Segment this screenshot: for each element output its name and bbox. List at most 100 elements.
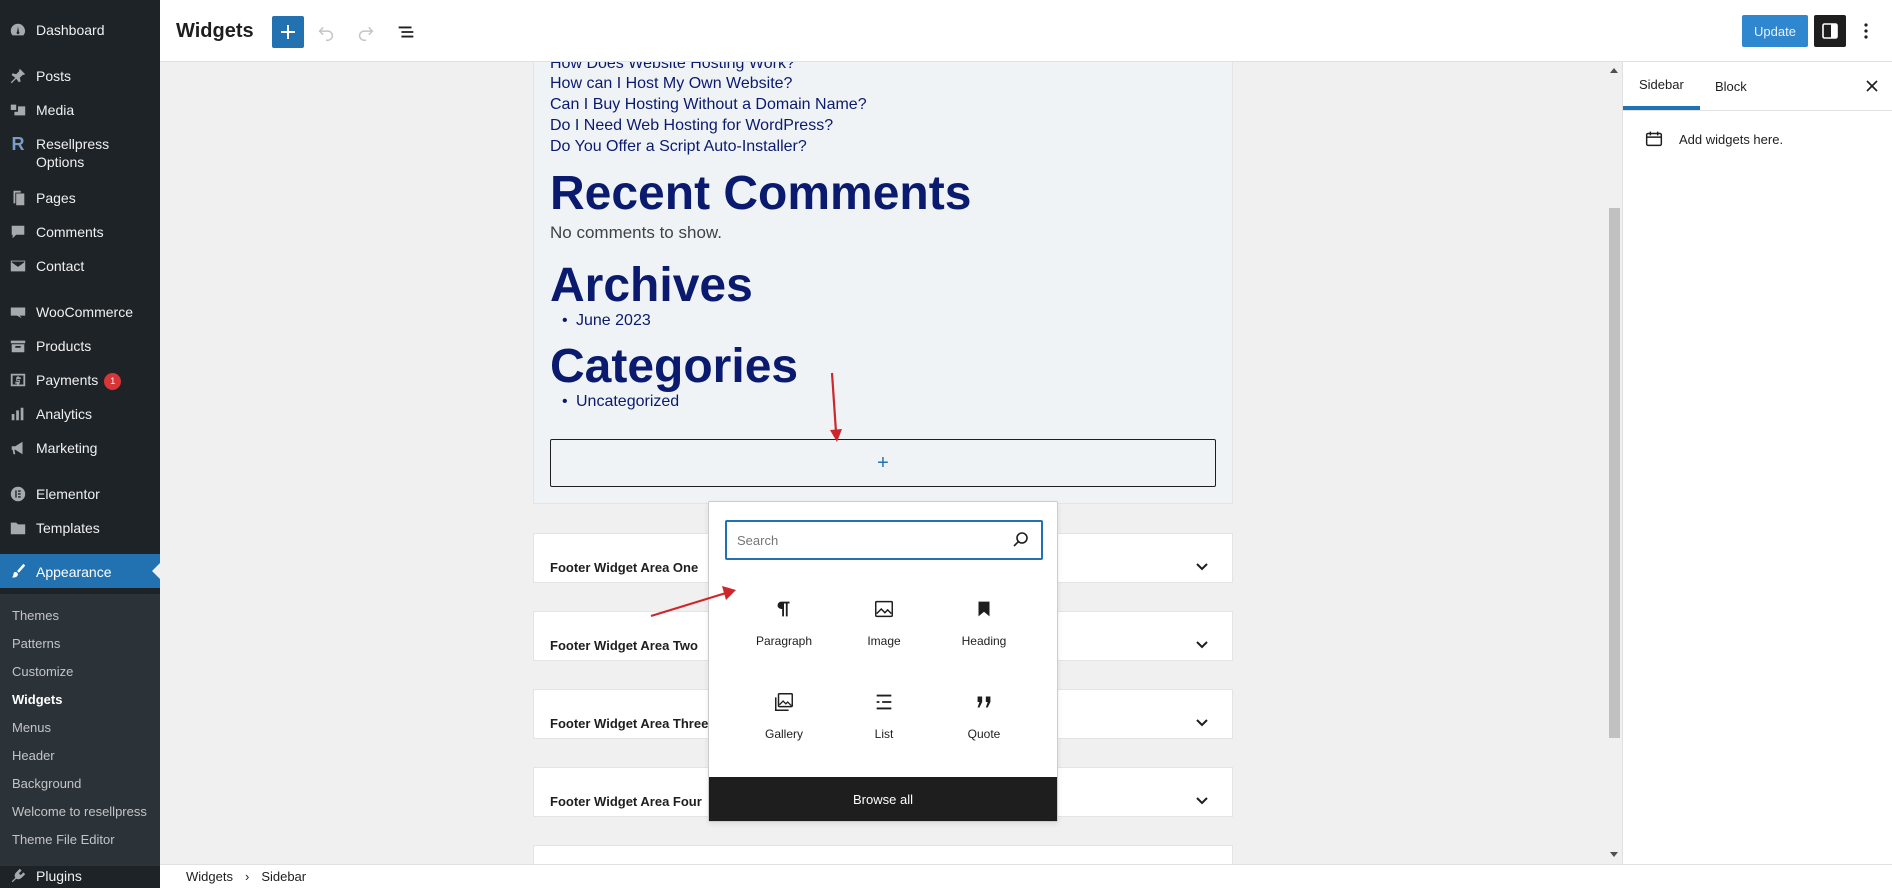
plugin-icon bbox=[0, 866, 36, 886]
block-search-input[interactable] bbox=[737, 530, 997, 550]
comments-icon bbox=[0, 222, 36, 242]
image-icon bbox=[875, 600, 893, 618]
page-title: Widgets bbox=[176, 20, 254, 42]
scroll-up-arrow[interactable] bbox=[1610, 68, 1618, 73]
footer-area-label: Footer Widget Area One bbox=[550, 560, 699, 575]
block-image[interactable]: Image bbox=[836, 586, 932, 666]
block-label: Quote bbox=[967, 727, 1001, 741]
woocommerce-icon bbox=[0, 302, 36, 322]
category-list-item[interactable]: Uncategorized bbox=[562, 393, 679, 411]
menu-item-plugins[interactable]: Plugins bbox=[0, 866, 160, 886]
redo-button[interactable] bbox=[350, 16, 382, 48]
menu-label: Dashboard bbox=[36, 22, 105, 38]
tab-sidebar[interactable]: Sidebar bbox=[1623, 62, 1700, 110]
appearance-submenu: Themes Patterns Customize Widgets Menus … bbox=[0, 594, 160, 866]
menu-item-posts[interactable]: Posts bbox=[0, 66, 160, 86]
menu-label: Appearance bbox=[36, 563, 112, 580]
submenu-patterns[interactable]: Patterns bbox=[12, 636, 60, 651]
menu-item-woocommerce[interactable]: WooCommerce bbox=[0, 302, 160, 322]
scroll-down-arrow[interactable] bbox=[1610, 852, 1618, 857]
menu-label: Media bbox=[36, 102, 75, 118]
breadcrumb-item-widgets[interactable]: Widgets bbox=[186, 869, 233, 884]
menu-item-contact[interactable]: Contact bbox=[0, 256, 160, 276]
submenu-widgets[interactable]: Widgets bbox=[12, 692, 62, 707]
submenu-header[interactable]: Header bbox=[12, 748, 55, 763]
sidebar-description-text: Add widgets here. bbox=[1679, 131, 1784, 147]
block-label: Image bbox=[867, 634, 901, 648]
archive-icon bbox=[0, 336, 36, 356]
bar-chart-icon bbox=[0, 404, 36, 424]
submenu-theme-file-editor[interactable]: Theme File Editor bbox=[12, 832, 115, 847]
menu-item-comments[interactable]: Comments bbox=[0, 222, 160, 242]
canvas-scrollbar[interactable] bbox=[1606, 62, 1622, 864]
menu-label: Resellpress Options bbox=[36, 136, 110, 170]
footer-widget-area-partial[interactable] bbox=[533, 845, 1233, 864]
plus-icon bbox=[281, 25, 295, 39]
block-appender-button[interactable]: + bbox=[550, 439, 1216, 487]
menu-item-marketing[interactable]: Marketing bbox=[0, 438, 160, 458]
faq-link[interactable]: How Does Website Hosting Work? bbox=[550, 62, 795, 73]
menu-item-analytics[interactable]: Analytics bbox=[0, 404, 160, 424]
menu-label: Marketing bbox=[36, 440, 98, 456]
submenu-background[interactable]: Background bbox=[12, 776, 81, 791]
menu-item-media[interactable]: Media bbox=[0, 100, 160, 120]
menu-item-dashboard[interactable]: Dashboard bbox=[0, 20, 160, 40]
sidebar-panel-icon bbox=[1822, 23, 1838, 39]
tab-block[interactable]: Block bbox=[1699, 62, 1763, 110]
menu-item-resellpress-options[interactable]: R Resellpress Options bbox=[0, 134, 160, 171]
menu-item-appearance[interactable]: Appearance bbox=[0, 554, 160, 588]
menu-item-elementor[interactable]: Elementor bbox=[0, 484, 160, 504]
recent-comments-heading: Recent Comments bbox=[550, 167, 972, 220]
block-label: List bbox=[874, 727, 894, 741]
block-heading[interactable]: Heading bbox=[936, 586, 1032, 666]
submenu-themes[interactable]: Themes bbox=[12, 608, 59, 623]
widget-area-icon bbox=[1645, 131, 1663, 147]
categories-heading: Categories bbox=[550, 340, 799, 393]
submenu-menus[interactable]: Menus bbox=[12, 720, 51, 735]
settings-toggle-button[interactable] bbox=[1814, 15, 1846, 47]
faq-link[interactable]: Can I Buy Hosting Without a Domain Name? bbox=[550, 96, 867, 114]
list-view-button[interactable] bbox=[390, 16, 422, 48]
undo-button[interactable] bbox=[310, 16, 342, 48]
menu-item-products[interactable]: Products bbox=[0, 336, 160, 356]
block-gallery[interactable]: Gallery bbox=[736, 679, 832, 759]
block-label: Heading bbox=[961, 634, 1007, 648]
sidebar-widget-area[interactable]: How Does Website Hosting Work? How can I… bbox=[533, 62, 1233, 504]
block-search[interactable] bbox=[725, 520, 1043, 560]
dollar-icon bbox=[0, 370, 36, 390]
undo-icon bbox=[318, 26, 334, 41]
block-paragraph[interactable]: Paragraph bbox=[736, 586, 832, 666]
quick-inserter-popover: Paragraph Image Heading Gallery List Quo… bbox=[708, 501, 1058, 822]
elementor-icon bbox=[0, 484, 36, 504]
update-button[interactable]: Update bbox=[1742, 15, 1808, 47]
megaphone-icon bbox=[0, 438, 36, 458]
r-logo-icon: R bbox=[11, 134, 25, 154]
menu-item-templates[interactable]: Templates bbox=[0, 518, 160, 538]
no-comments-text: No comments to show. bbox=[550, 223, 722, 242]
faq-link[interactable]: How can I Host My Own Website? bbox=[550, 75, 792, 93]
submenu-customize[interactable]: Customize bbox=[12, 664, 73, 679]
dashboard-icon bbox=[0, 20, 36, 40]
block-inserter-toggle-button[interactable] bbox=[272, 16, 304, 48]
list-view-icon bbox=[398, 26, 414, 38]
menu-item-payments[interactable]: Payments 1 bbox=[0, 370, 160, 390]
redo-icon bbox=[358, 26, 374, 41]
block-quote[interactable]: Quote bbox=[936, 679, 1032, 759]
gallery-icon bbox=[775, 693, 793, 711]
footer-area-label: Footer Widget Area Three bbox=[550, 716, 709, 731]
faq-link[interactable]: Do I Need Web Hosting for WordPress? bbox=[550, 117, 833, 135]
menu-item-pages[interactable]: Pages bbox=[0, 188, 160, 208]
breadcrumb-item-sidebar[interactable]: Sidebar bbox=[261, 869, 306, 884]
scroll-thumb[interactable] bbox=[1609, 208, 1620, 738]
block-list[interactable]: List bbox=[836, 679, 932, 759]
menu-label: Pages bbox=[36, 190, 76, 206]
browse-all-button[interactable]: Browse all bbox=[709, 777, 1057, 821]
menu-label: WooCommerce bbox=[36, 304, 133, 320]
archive-list-item[interactable]: June 2023 bbox=[562, 312, 651, 330]
faq-link[interactable]: Do You Offer a Script Auto-Installer? bbox=[550, 138, 807, 156]
submenu-welcome[interactable]: Welcome to resellpress bbox=[12, 804, 147, 819]
options-menu-button[interactable] bbox=[1854, 15, 1878, 47]
chevron-down-icon bbox=[1196, 641, 1208, 649]
close-icon[interactable] bbox=[1862, 76, 1882, 96]
chevron-down-icon bbox=[1196, 719, 1208, 727]
